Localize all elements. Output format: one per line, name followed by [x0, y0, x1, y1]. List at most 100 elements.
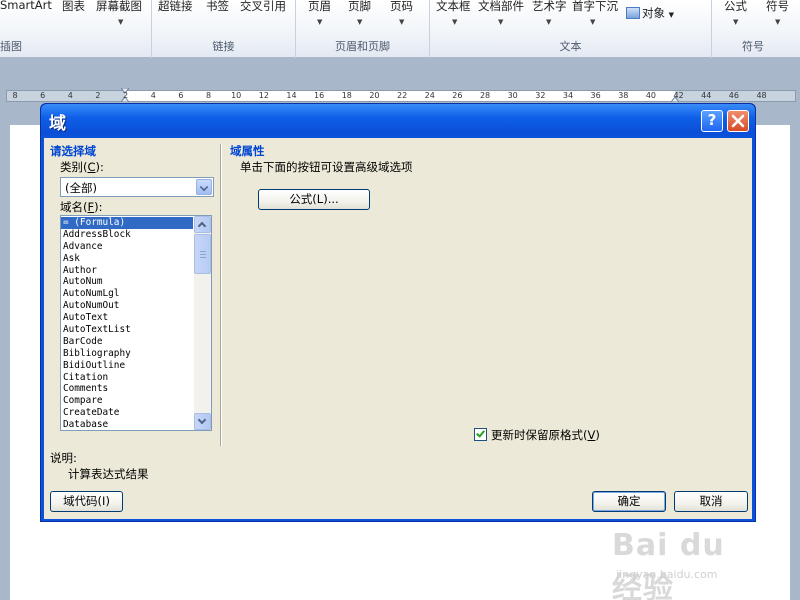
ruler-tick-label: 6 — [178, 91, 184, 100]
group-label-header-footer: 页眉和页脚 — [335, 40, 390, 53]
page-number-button[interactable]: 页码 ▼ — [390, 0, 413, 26]
list-item[interactable]: Bibliography — [61, 348, 193, 360]
dialog-title: 域 — [49, 114, 66, 134]
dropdown-arrow-icon: ▼ — [399, 18, 405, 26]
category-dropdown-button[interactable] — [196, 179, 212, 195]
chart-button[interactable]: 图表 — [62, 0, 85, 14]
ruler-tick-label: 42 — [673, 91, 684, 100]
ruler-tick-label: 18 — [341, 91, 352, 100]
fieldname-label: 域名(F): — [60, 200, 103, 214]
scroll-down-button[interactable] — [194, 413, 211, 430]
ruler-tick-label: 36 — [590, 91, 601, 100]
fieldname-listbox[interactable]: = (Formula) AddressBlock Advance Ask Aut… — [60, 215, 212, 431]
ribbon-group-text: 文本框 ▼ 文档部件 ▼ 艺术字 ▼ 首字下沉 ▼ 对象 ▼ 文本 — [430, 0, 712, 58]
drop-cap-button[interactable]: 首字下沉 ▼ — [572, 0, 618, 26]
left-group-title: 请选择域 — [50, 144, 96, 158]
ruler-tick-label: 34 — [562, 91, 574, 100]
list-item[interactable]: AutoNumOut — [61, 300, 193, 312]
list-item[interactable]: Author — [61, 265, 193, 277]
list-item[interactable]: Database — [61, 419, 193, 430]
bookmark-button[interactable]: 书签 — [206, 0, 229, 14]
ruler-tick-label: 2 — [95, 91, 101, 100]
ribbon-group-links: 超链接 书签 交叉引用 链接 — [152, 0, 296, 58]
list-item[interactable]: Citation — [61, 372, 193, 384]
list-scrollbar[interactable] — [194, 216, 211, 430]
text-box-button[interactable]: 文本框 ▼ — [436, 0, 471, 26]
list-item[interactable]: BarCode — [61, 336, 193, 348]
list-item[interactable]: = (Formula) — [61, 217, 193, 229]
cross-reference-button[interactable]: 交叉引用 — [240, 0, 286, 14]
list-item[interactable]: AddressBlock — [61, 229, 193, 241]
hyperlink-button[interactable]: 超链接 — [158, 0, 193, 14]
ruler-tick-label: 4 — [150, 91, 156, 100]
object-button[interactable]: 对象 ▼ — [626, 5, 674, 21]
ruler-tick-label: 8 — [12, 91, 18, 100]
ruler-tick-label: 30 — [507, 91, 518, 100]
group-label-illustrations: 插图 — [0, 40, 22, 53]
formula-button[interactable]: 公式(L)... — [258, 189, 370, 210]
ruler-tick-label: 28 — [479, 91, 491, 100]
symbol-button[interactable]: 符号 ▼ — [766, 0, 789, 26]
list-item[interactable]: Ask — [61, 253, 193, 265]
ruler-tick-label: 38 — [618, 91, 629, 100]
chevron-up-icon — [197, 221, 207, 231]
horizontal-ruler[interactable]: 8 6 4 2 2 4 6 8 10 12 14 16 18 20 22 24 26 28 30 32 34 36 38 40… — [6, 88, 796, 102]
dropdown-arrow-icon: ▼ — [118, 18, 124, 26]
dropdown-arrow-icon: ▼ — [775, 18, 781, 26]
footer-button[interactable]: 页脚 ▼ — [348, 0, 371, 26]
object-icon — [626, 7, 640, 19]
ruler-tick-label: 4 — [67, 91, 73, 100]
ribbon: SmartArt 图表 屏幕截图 ▼ 插图 超链接 书签 交叉引用 链接 页眉 ▼ … — [0, 0, 800, 58]
cancel-button[interactable]: 取消 — [674, 491, 748, 512]
list-item[interactable]: Compare — [61, 395, 193, 407]
close-button[interactable] — [727, 110, 749, 132]
field-codes-button[interactable]: 域代码(I) — [50, 491, 123, 512]
fieldname-list: = (Formula) AddressBlock Advance Ask Aut… — [61, 217, 193, 430]
category-value: (全部) — [65, 181, 97, 195]
screenshot-button[interactable]: 屏幕截图 ▼ — [96, 0, 142, 26]
checkmark-icon — [476, 428, 485, 438]
ruler-tick-label: 2 — [123, 91, 129, 100]
preserve-format-label[interactable]: 更新时保留原格式(V) — [491, 427, 600, 443]
chevron-down-icon — [197, 415, 207, 425]
list-item[interactable]: AutoNumLgl — [61, 288, 193, 300]
dropdown-arrow-icon: ▼ — [668, 11, 675, 19]
list-item[interactable]: AutoNum — [61, 276, 193, 288]
quick-parts-button[interactable]: 文档部件 ▼ — [478, 0, 524, 26]
list-item[interactable]: Advance — [61, 241, 193, 253]
dropdown-arrow-icon: ▼ — [317, 18, 323, 26]
group-label-links: 链接 — [212, 40, 235, 53]
dropdown-arrow-icon: ▼ — [733, 18, 739, 26]
dropdown-arrow-icon: ▼ — [590, 18, 596, 26]
help-button[interactable]: ? — [701, 110, 723, 132]
ruler-tick-label: 24 — [424, 91, 435, 100]
category-select[interactable]: (全部) — [60, 177, 214, 197]
scroll-up-button[interactable] — [194, 216, 211, 233]
list-item[interactable]: Comments — [61, 383, 193, 395]
right-group-title: 域属性 — [230, 144, 265, 158]
group-label-text: 文本 — [559, 40, 582, 53]
ruler-tick-label: 48 — [756, 91, 767, 100]
list-item[interactable]: BidiOutline — [61, 360, 193, 372]
ok-button[interactable]: 确定 — [592, 491, 666, 512]
smartart-button[interactable]: SmartArt — [0, 0, 52, 12]
baidu-watermark: Bai du 经验 jingyan.baidu.com — [612, 528, 762, 600]
ribbon-group-symbols: 公式 ▼ 符号 ▼ 符号 — [712, 0, 800, 58]
dropdown-arrow-icon: ▼ — [452, 18, 458, 26]
header-button[interactable]: 页眉 ▼ — [308, 0, 331, 26]
dialog-titlebar[interactable]: 域 ? — [41, 104, 755, 138]
description-text: 计算表达式结果 — [68, 467, 149, 481]
chevron-down-icon — [199, 182, 209, 192]
list-item[interactable]: CreateDate — [61, 407, 193, 419]
ruler-tick-label: 44 — [701, 91, 712, 100]
preserve-format-checkbox[interactable] — [474, 428, 487, 441]
dropdown-arrow-icon: ▼ — [546, 18, 552, 26]
group-label-symbols: 符号 — [742, 40, 764, 53]
ruler-tick-label: 22 — [397, 91, 408, 100]
scroll-thumb[interactable] — [194, 234, 211, 274]
equation-button[interactable]: 公式 ▼ — [724, 0, 747, 26]
ruler-tick-label: 20 — [369, 91, 380, 100]
list-item[interactable]: AutoTextList — [61, 324, 193, 336]
list-item[interactable]: AutoText — [61, 312, 193, 324]
wordart-button[interactable]: 艺术字 ▼ — [532, 0, 567, 26]
